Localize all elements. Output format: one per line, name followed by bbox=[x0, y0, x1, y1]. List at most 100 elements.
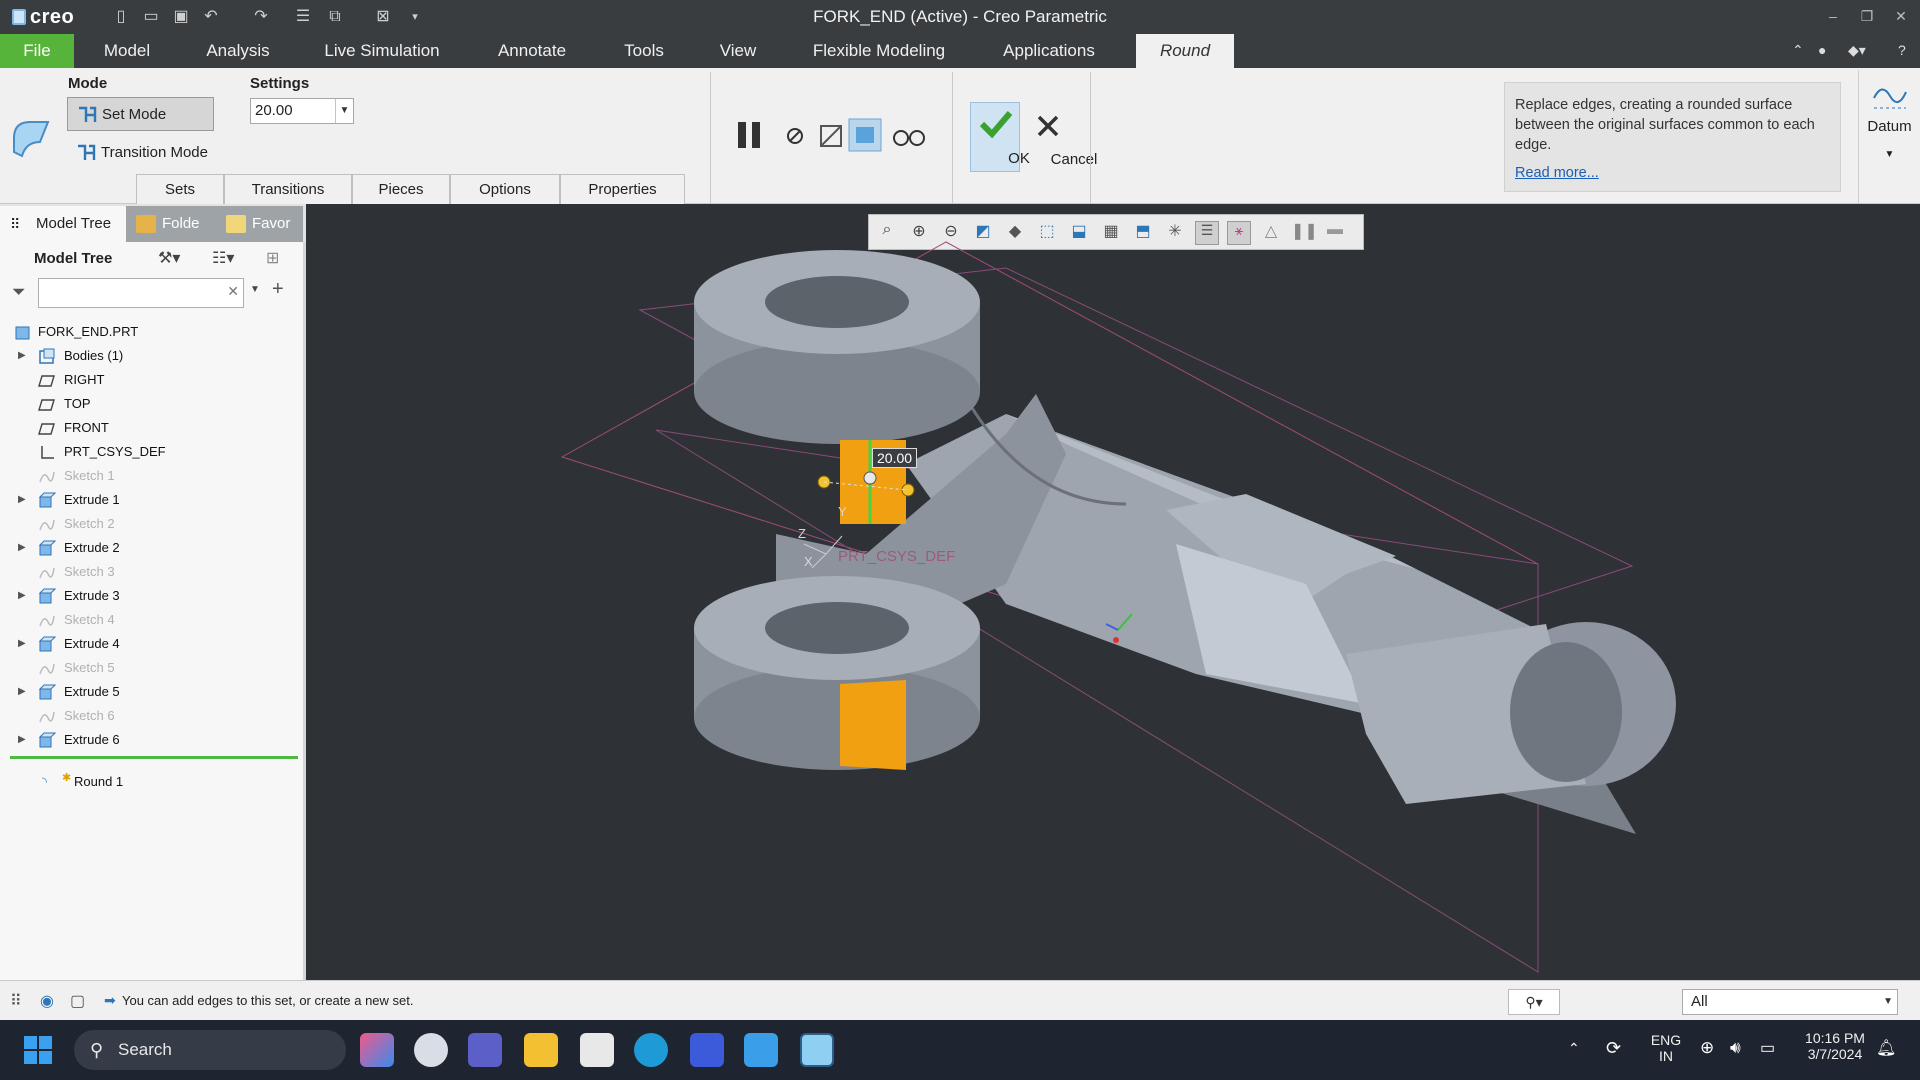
sync-icon[interactable]: ⟳ bbox=[1606, 1038, 1621, 1059]
expand-arrow-icon[interactable]: ▶ bbox=[18, 680, 26, 704]
read-more-link[interactable]: Read more... bbox=[1515, 163, 1830, 183]
radius-dropdown-icon[interactable]: ▼ bbox=[335, 99, 353, 123]
tree-item[interactable]: RIGHT bbox=[0, 368, 300, 392]
tree-item-round-1[interactable]: ◝ ✱ Round 1 bbox=[0, 770, 300, 794]
find-icon[interactable]: ⚲▾ bbox=[1508, 989, 1560, 1015]
tab-properties[interactable]: Properties bbox=[560, 174, 685, 204]
file-menu[interactable]: File bbox=[0, 34, 74, 68]
radius-dimension-label[interactable]: 20.00 bbox=[872, 448, 918, 468]
menu-tools[interactable]: Tools bbox=[616, 34, 672, 68]
menu-model[interactable]: Model bbox=[88, 34, 166, 68]
notifications-icon[interactable]: 🔔︎ bbox=[1876, 1038, 1896, 1058]
tree-item[interactable]: FORK_END.PRT bbox=[0, 320, 300, 344]
tab-options[interactable]: Options bbox=[450, 174, 560, 204]
tree-item[interactable]: ▶ Extrude 5 bbox=[0, 680, 300, 704]
menu-analysis[interactable]: Analysis bbox=[196, 34, 280, 68]
windows-start-icon[interactable] bbox=[24, 1036, 52, 1064]
user-icon[interactable]: ● bbox=[1818, 42, 1826, 58]
tree-item[interactable]: PRT_CSYS_DEF bbox=[0, 440, 300, 464]
tab-pieces[interactable]: Pieces bbox=[352, 174, 450, 204]
taskbar-search[interactable]: ⚲ Search bbox=[74, 1030, 346, 1070]
tree-item[interactable]: Sketch 6 bbox=[0, 704, 300, 728]
navigator-toggle-icon[interactable]: ⠿ bbox=[10, 991, 22, 1011]
teams-app-icon[interactable] bbox=[468, 1033, 502, 1067]
file-explorer-icon[interactable] bbox=[524, 1033, 558, 1067]
minimize-icon[interactable]: – bbox=[1818, 5, 1848, 27]
menu-view[interactable]: View bbox=[712, 34, 764, 68]
mathcad-app-icon[interactable] bbox=[690, 1033, 724, 1067]
settings-tools-icon[interactable]: ⚒▾ bbox=[158, 248, 180, 268]
menu-live-simulation[interactable]: Live Simulation bbox=[316, 34, 448, 68]
filter-icon[interactable]: ⏷ bbox=[12, 282, 26, 302]
menu-annotate[interactable]: Annotate bbox=[486, 34, 578, 68]
restore-icon[interactable]: ❐ bbox=[1852, 5, 1882, 27]
copilot-app-icon[interactable] bbox=[360, 1033, 394, 1067]
tree-item[interactable]: ▶ Bodies (1) bbox=[0, 344, 300, 368]
tab-transitions[interactable]: Transitions bbox=[224, 174, 352, 204]
expand-arrow-icon[interactable]: ▶ bbox=[18, 488, 26, 512]
tab-model-tree[interactable]: ⠿ Model Tree bbox=[0, 206, 126, 242]
radius-handle-center[interactable] bbox=[863, 471, 877, 485]
expand-arrow-icon[interactable]: ▶ bbox=[18, 536, 26, 560]
set-mode-button[interactable]: Set Mode bbox=[67, 97, 214, 131]
add-icon[interactable]: + bbox=[272, 278, 284, 301]
tree-search-input[interactable]: ✕ bbox=[38, 278, 244, 308]
close-icon[interactable]: ✕ bbox=[1886, 5, 1916, 27]
help-icon[interactable]: ? bbox=[1898, 42, 1906, 58]
radius-input[interactable]: 20.00 ▼ bbox=[250, 98, 354, 124]
tab-folder-browser[interactable]: Folde bbox=[126, 206, 216, 242]
tree-item[interactable]: ▶ Extrude 6 bbox=[0, 728, 300, 752]
tree-item[interactable]: TOP bbox=[0, 392, 300, 416]
selected-round-surface-lower[interactable] bbox=[840, 680, 906, 770]
tree-item[interactable]: Sketch 3 bbox=[0, 560, 300, 584]
transition-mode-button[interactable]: Transition Mode bbox=[67, 136, 227, 170]
photos-app-icon[interactable] bbox=[744, 1033, 778, 1067]
clear-search-icon[interactable]: ✕ bbox=[227, 283, 239, 300]
datum-group[interactable]: Datum ▼ bbox=[1858, 70, 1920, 204]
tree-item[interactable]: FRONT bbox=[0, 416, 300, 440]
learning-icon[interactable]: ◆▾ bbox=[1848, 42, 1866, 59]
show-list-icon[interactable]: ☷▾ bbox=[212, 248, 234, 268]
filter-dropdown-icon[interactable]: ▼ bbox=[1883, 990, 1893, 1014]
menu-applications[interactable]: Applications bbox=[994, 34, 1104, 68]
cancel-button[interactable]: Cancel bbox=[1022, 102, 1097, 172]
search-dropdown-icon[interactable]: ▼ bbox=[250, 284, 260, 295]
tab-sets[interactable]: Sets bbox=[136, 174, 224, 204]
tab-round[interactable]: Round bbox=[1136, 34, 1234, 68]
tree-item[interactable]: Sketch 1 bbox=[0, 464, 300, 488]
tree-item[interactable]: Sketch 2 bbox=[0, 512, 300, 536]
creo-app-icon[interactable] bbox=[800, 1033, 834, 1067]
menu-flexible-modeling[interactable]: Flexible Modeling bbox=[804, 34, 954, 68]
volume-icon[interactable]: 🔊︎ bbox=[1730, 1038, 1741, 1058]
tab-favorites[interactable]: Favor bbox=[216, 206, 303, 242]
datum-dropdown-icon[interactable]: ▼ bbox=[1859, 149, 1920, 160]
verify-glasses-icon[interactable] bbox=[892, 118, 926, 152]
expand-arrow-icon[interactable]: ▶ bbox=[18, 728, 26, 752]
language-indicator[interactable]: ENG IN bbox=[1648, 1032, 1684, 1064]
columns-icon[interactable]: ⊞ bbox=[266, 248, 279, 268]
collapse-ribbon-icon[interactable]: ⌃ bbox=[1792, 42, 1804, 59]
clock[interactable]: 10:16 PM 3/7/2024 bbox=[1792, 1030, 1878, 1062]
edge-browser-icon[interactable] bbox=[634, 1033, 668, 1067]
tree-item[interactable]: Sketch 4 bbox=[0, 608, 300, 632]
browser-toggle-icon[interactable]: ◉ bbox=[40, 991, 54, 1011]
expand-arrow-icon[interactable]: ▶ bbox=[18, 584, 26, 608]
graphics-viewport[interactable]: ⌕ ⊕ ⊖ ◩ ◆ ⬚ ⬓ ▦ ⬒ ✳ ☰ ⚹ △ ❚❚ ▬ 20.00 Y Z… bbox=[306, 204, 1920, 980]
full-screen-icon[interactable]: ▢ bbox=[70, 991, 85, 1011]
tree-item[interactable]: ▶ Extrude 4 bbox=[0, 632, 300, 656]
show-hidden-icons[interactable]: ⌃ bbox=[1568, 1040, 1580, 1057]
no-preview-icon[interactable] bbox=[784, 118, 818, 152]
tree-item[interactable]: ▶ Extrude 2 bbox=[0, 536, 300, 560]
tree-item[interactable]: Sketch 5 bbox=[0, 656, 300, 680]
battery-icon[interactable]: ▭ bbox=[1760, 1038, 1775, 1058]
ok-button[interactable]: OK bbox=[970, 102, 1030, 172]
expand-arrow-icon[interactable]: ▶ bbox=[18, 344, 26, 368]
weather-app-icon[interactable] bbox=[414, 1033, 448, 1067]
selection-filter[interactable]: All ▼ bbox=[1682, 989, 1898, 1015]
network-icon[interactable]: ⊕ bbox=[1700, 1038, 1714, 1058]
pause-icon[interactable] bbox=[734, 118, 768, 152]
tree-item[interactable]: ▶ Extrude 3 bbox=[0, 584, 300, 608]
detached-preview-icon[interactable] bbox=[848, 118, 882, 152]
insert-indicator[interactable] bbox=[10, 756, 298, 759]
attached-preview-icon[interactable] bbox=[815, 118, 849, 152]
